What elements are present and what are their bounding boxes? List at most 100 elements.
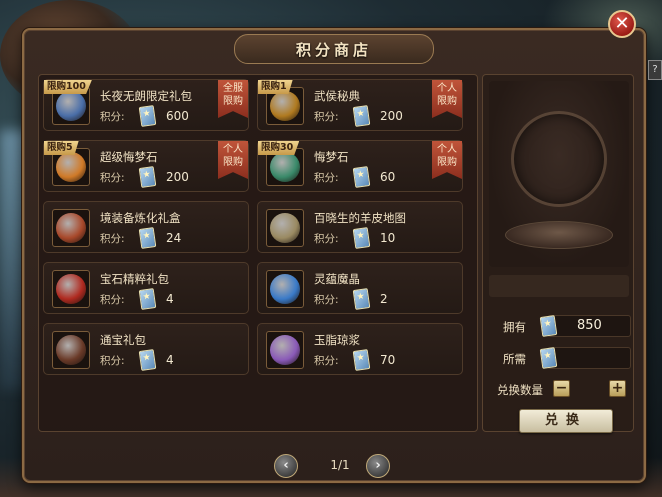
prev-page-button[interactable]: ‹	[274, 454, 298, 478]
item-name: 长夜无朗限定礼包	[100, 89, 192, 103]
item-icon	[266, 209, 304, 247]
item-card[interactable]: 限购1 武侯秘典积分: 200 个人限购	[257, 79, 463, 131]
preview-pedestal	[505, 221, 613, 249]
points-coupon-icon	[352, 227, 371, 249]
item-glyph	[270, 274, 300, 304]
price-label: 积分:	[314, 172, 339, 184]
pagination: ‹ 1/1 ›	[274, 454, 404, 478]
points-coupon-icon	[352, 166, 371, 188]
points-coupon-icon	[138, 349, 157, 371]
item-name: 通宝礼包	[100, 333, 146, 347]
points-coupon-icon	[352, 349, 371, 371]
price-value: 200	[166, 170, 189, 184]
required-points-row: 所需	[489, 347, 631, 369]
item-icon	[52, 209, 90, 247]
item-name: 悔梦石	[314, 150, 349, 164]
help-button[interactable]: ?	[648, 60, 662, 80]
price-label: 积分:	[314, 233, 339, 245]
purchase-limit-badge: 限购5	[44, 141, 79, 155]
item-name: 武侯秘典	[314, 89, 360, 103]
price-label: 积分:	[100, 355, 125, 367]
price-value: 2	[380, 292, 388, 306]
limit-scope-tag: 个人 限购	[432, 141, 462, 179]
purchase-limit-badge: 限购30	[258, 141, 300, 155]
item-icon	[266, 270, 304, 308]
item-glyph	[270, 213, 300, 243]
price-value: 600	[166, 109, 189, 123]
item-icon	[266, 331, 304, 369]
item-card[interactable]: 百晓生的羊皮地图积分: 10	[257, 201, 463, 253]
price-value: 4	[166, 353, 174, 367]
item-name: 灵蕴魔晶	[314, 272, 360, 286]
item-card[interactable]: 限购100 长夜无朗限定礼包积分: 600 全服限购	[43, 79, 249, 131]
close-icon: ✕	[614, 13, 630, 34]
title-bar: 积分商店	[24, 30, 644, 68]
item-name: 百晓生的羊皮地图	[314, 211, 406, 225]
limit-scope-tag: 个人 限购	[432, 80, 462, 118]
quantity-row: 兑换数量 − +	[489, 379, 629, 399]
item-name: 宝石精粹礼包	[100, 272, 169, 286]
purchase-limit-badge: 限购1	[258, 80, 293, 94]
item-card[interactable]: 灵蕴魔晶积分: 2	[257, 262, 463, 314]
quantity-plus-button[interactable]: +	[609, 380, 626, 397]
item-icon	[52, 270, 90, 308]
points-coupon-icon	[539, 347, 558, 369]
price-label: 积分:	[314, 294, 339, 306]
price-label: 积分:	[314, 111, 339, 123]
required-value-box	[547, 347, 631, 369]
price-value: 10	[380, 231, 396, 245]
quantity-minus-button[interactable]: −	[553, 380, 570, 397]
points-coupon-icon	[138, 105, 157, 127]
item-preview-stage	[489, 81, 629, 267]
item-card[interactable]: 宝石精粹礼包积分: 4	[43, 262, 249, 314]
preview-name-bar	[489, 275, 629, 297]
page-indicator: 1/1	[330, 458, 350, 472]
item-card[interactable]: 限购30 悔梦石积分: 60 个人限购	[257, 140, 463, 192]
item-card[interactable]: 境装备炼化礼盒积分: 24	[43, 201, 249, 253]
points-coupon-icon	[138, 227, 157, 249]
points-coupon-icon	[352, 105, 371, 127]
item-glyph	[56, 335, 86, 365]
next-page-button[interactable]: ›	[366, 454, 390, 478]
price-label: 积分:	[100, 111, 125, 123]
price-value: 4	[166, 292, 174, 306]
price-value: 60	[380, 170, 396, 184]
points-shop-window: 积分商店 限购100 长夜无朗限定礼包积分: 600 全服限购限购1 武侯秘典积分: 20…	[22, 28, 646, 483]
price-value: 24	[166, 231, 182, 245]
points-coupon-icon	[138, 166, 157, 188]
item-glyph	[270, 152, 300, 182]
item-name: 超级悔梦石	[100, 150, 158, 164]
item-name: 境装备炼化礼盒	[100, 211, 181, 225]
required-label: 所需	[503, 352, 526, 366]
item-glyph	[56, 152, 86, 182]
owned-label: 拥有	[503, 320, 526, 334]
limit-scope-tag: 全服 限购	[218, 80, 248, 118]
limit-scope-tag: 个人 限购	[218, 141, 248, 179]
item-card[interactable]: 通宝礼包积分: 4	[43, 323, 249, 375]
price-label: 积分:	[100, 294, 125, 306]
item-glyph	[56, 274, 86, 304]
owned-points-row: 拥有 850	[489, 315, 631, 337]
preview-ring	[511, 111, 607, 207]
price-value: 70	[380, 353, 396, 367]
exchange-button[interactable]: 兑换	[519, 409, 613, 433]
close-button[interactable]: ✕	[608, 10, 636, 38]
purchase-limit-badge: 限购100	[44, 80, 92, 94]
item-detail-panel: 拥有 850 所需 兑换数量 − + 兑换	[482, 74, 634, 433]
quantity-label: 兑换数量	[497, 383, 543, 397]
owned-value: 850	[577, 318, 602, 333]
points-coupon-icon	[138, 288, 157, 310]
window-title: 积分商店	[295, 40, 372, 59]
item-glyph	[270, 335, 300, 365]
points-coupon-icon	[352, 288, 371, 310]
item-glyph	[270, 91, 300, 121]
price-label: 积分:	[100, 172, 125, 184]
item-card[interactable]: 玉脂琼浆积分: 70	[257, 323, 463, 375]
price-value: 200	[380, 109, 403, 123]
item-icon	[52, 331, 90, 369]
item-glyph	[56, 213, 86, 243]
price-label: 积分:	[100, 233, 125, 245]
price-label: 积分:	[314, 355, 339, 367]
item-card[interactable]: 限购5 超级悔梦石积分: 200 个人限购	[43, 140, 249, 192]
item-grid: 限购100 长夜无朗限定礼包积分: 600 全服限购限购1 武侯秘典积分: 200 个人限购…	[38, 74, 478, 432]
